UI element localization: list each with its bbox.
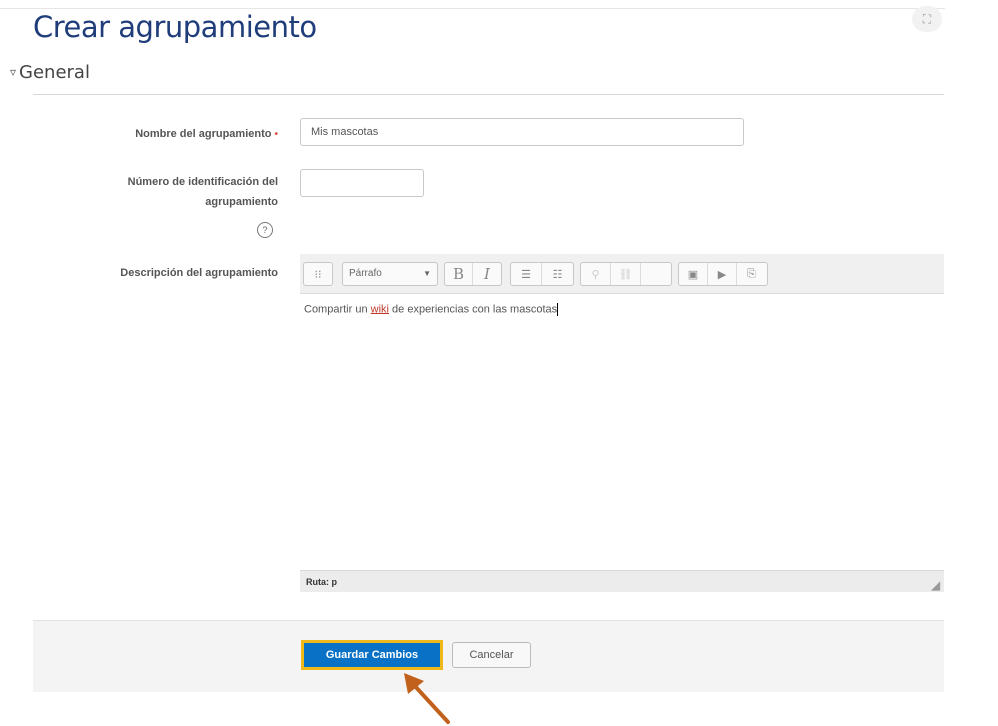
annotation-arrow-icon (404, 673, 450, 724)
